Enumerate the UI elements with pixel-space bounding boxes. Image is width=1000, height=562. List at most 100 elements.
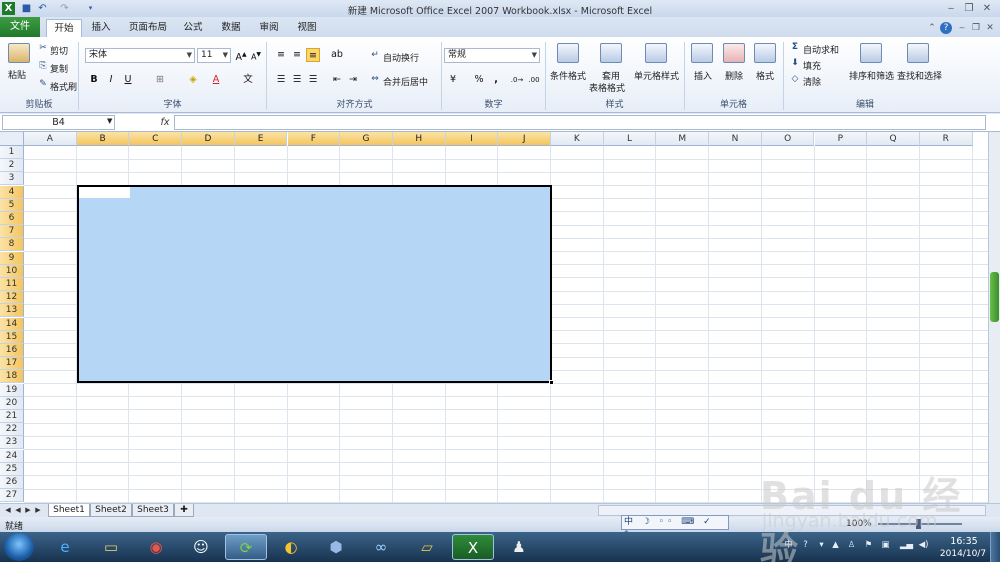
delete-cells-icon[interactable] — [723, 43, 745, 63]
doc-restore-icon[interactable]: ❐ — [970, 22, 982, 34]
format-painter-icon[interactable]: ✎ — [37, 79, 49, 90]
folder-icon[interactable]: ▱ — [406, 534, 448, 560]
cut-button[interactable]: 剪切 — [50, 44, 68, 57]
tab-insert[interactable]: 插入 — [84, 19, 118, 37]
close-icon[interactable]: ✕ — [980, 2, 994, 15]
row-header-14[interactable]: 14 — [0, 317, 24, 331]
increase-indent-icon[interactable]: ⇥ — [346, 73, 360, 87]
italic-button[interactable]: I — [104, 73, 118, 87]
align-top-icon[interactable]: ≡ — [274, 48, 288, 62]
update-icon[interactable]: ⟳ — [225, 534, 267, 560]
first-sheet-icon[interactable]: ◀ — [4, 505, 12, 515]
copy-icon[interactable]: ⎘ — [37, 61, 49, 72]
ie-icon[interactable]: e — [44, 534, 86, 560]
font-name-combo[interactable]: 宋体 ▼ — [85, 48, 195, 63]
row-header-21[interactable]: 21 — [0, 410, 24, 423]
virtualbox-icon[interactable]: ⬢ — [315, 534, 357, 560]
align-center-icon[interactable]: ☰ — [290, 73, 304, 87]
find-select-button[interactable]: 查找和选择 — [897, 69, 942, 82]
clear-button[interactable]: 清除 — [803, 75, 821, 88]
grow-font-icon[interactable]: A▲ — [234, 48, 248, 63]
merge-center-button[interactable]: 合并后居中 — [383, 75, 428, 88]
font-color-icon[interactable]: A — [209, 73, 223, 87]
conditional-format-button[interactable]: 条件格式 — [550, 69, 586, 82]
column-header-d[interactable]: D — [182, 132, 235, 146]
prev-sheet-icon[interactable]: ◀ — [14, 505, 22, 515]
paste-icon[interactable] — [8, 43, 30, 63]
tab-file[interactable]: 文件 — [0, 17, 40, 37]
row-header-12[interactable]: 12 — [0, 291, 24, 305]
row-header-25[interactable]: 25 — [0, 462, 24, 476]
row-header-2[interactable]: 2 — [0, 159, 24, 173]
minimize-icon[interactable]: ‒ — [944, 2, 958, 15]
tab-view[interactable]: 视图 — [292, 19, 322, 37]
fill-button[interactable]: 填充 — [803, 59, 821, 72]
row-header-20[interactable]: 20 — [0, 396, 24, 410]
column-header-a[interactable]: A — [24, 132, 77, 146]
row-header-9[interactable]: 9 — [0, 251, 24, 265]
format-as-table-icon[interactable] — [600, 43, 622, 63]
row-header-10[interactable]: 10 — [0, 264, 24, 278]
format-cells-icon[interactable] — [754, 43, 776, 63]
penguin-icon[interactable]: ♟ — [498, 534, 540, 560]
percent-button[interactable]: % — [472, 73, 486, 87]
qq-icon[interactable]: ☺ — [180, 534, 222, 560]
phonetic-icon[interactable]: 文 — [241, 73, 255, 87]
row-header-7[interactable]: 7 — [0, 225, 24, 239]
tab-home[interactable]: 开始 — [46, 19, 82, 37]
doc-close-icon[interactable]: ✕ — [984, 22, 996, 34]
format-as-table-line2[interactable]: 表格格式 — [589, 81, 625, 94]
align-bottom-icon[interactable]: ≡ — [306, 48, 320, 62]
wrap-text-icon[interactable]: ↵ — [369, 50, 381, 61]
row-header-19[interactable]: 19 — [0, 383, 24, 397]
active-cell[interactable] — [79, 187, 130, 198]
font-size-combo[interactable]: 11 ▼ — [197, 48, 231, 63]
ribbon-minimize-icon[interactable]: ⌃ — [926, 22, 938, 34]
tab-page-layout[interactable]: 页面布局 — [124, 19, 172, 37]
tab-data[interactable]: 数据 — [216, 19, 246, 37]
column-header-n[interactable]: N — [709, 132, 762, 146]
column-header-b[interactable]: B — [76, 132, 130, 146]
column-header-o[interactable]: O — [761, 132, 815, 146]
row-header-26[interactable]: 26 — [0, 476, 24, 489]
row-header-15[interactable]: 15 — [0, 330, 24, 344]
column-header-q[interactable]: Q — [867, 132, 920, 146]
excel-icon[interactable]: X — [452, 534, 494, 560]
select-all-corner[interactable] — [0, 132, 24, 146]
column-header-c[interactable]: C — [129, 132, 183, 146]
explorer-icon[interactable]: ▭ — [90, 534, 132, 560]
sheet-tab-sheet3[interactable]: Sheet3 — [132, 504, 174, 517]
row-header-23[interactable]: 23 — [0, 436, 24, 450]
insert-cells-icon[interactable] — [691, 43, 713, 63]
browser-icon[interactable]: ◐ — [270, 534, 312, 560]
insert-function-icon[interactable]: fx — [157, 115, 173, 130]
row-header-1[interactable]: 1 — [0, 146, 24, 159]
row-header-8[interactable]: 8 — [0, 238, 24, 252]
column-header-l[interactable]: L — [603, 132, 657, 146]
scrollbar-thumb[interactable] — [990, 272, 999, 322]
number-format-combo[interactable]: 常规 ▼ — [444, 48, 540, 63]
row-header-6[interactable]: 6 — [0, 212, 24, 225]
column-header-i[interactable]: I — [445, 132, 499, 146]
column-header-j[interactable]: J — [498, 132, 551, 146]
column-header-h[interactable]: H — [392, 132, 446, 146]
doc-minimize-icon[interactable]: ‒ — [956, 22, 968, 34]
insert-cells-button[interactable]: 插入 — [694, 69, 712, 82]
increase-decimal-icon[interactable]: .0→ — [510, 73, 524, 87]
bold-button[interactable]: B — [87, 73, 101, 87]
align-right-icon[interactable]: ☰ — [306, 73, 320, 87]
column-header-e[interactable]: E — [234, 132, 288, 146]
underline-button[interactable]: U — [121, 73, 135, 87]
copy-button[interactable]: 复制 — [50, 62, 68, 75]
row-header-4[interactable]: 4 — [0, 185, 24, 199]
autosum-icon[interactable]: Σ — [789, 42, 801, 53]
cell-styles-icon[interactable] — [645, 43, 667, 63]
next-sheet-icon[interactable]: ▶ — [24, 505, 32, 515]
align-middle-icon[interactable]: ≡ — [290, 48, 304, 62]
last-sheet-icon[interactable]: ▶ — [34, 505, 42, 515]
paste-button[interactable]: 粘贴 — [8, 68, 26, 81]
column-header-f[interactable]: F — [287, 132, 341, 146]
name-box[interactable]: B4 — [2, 115, 115, 130]
sheet-tab-sheet1[interactable]: Sheet1 — [48, 504, 90, 517]
ime-toolbar[interactable]: 中 ☽ ◦◦ ⌨ ✓ ✎ — [621, 515, 729, 540]
